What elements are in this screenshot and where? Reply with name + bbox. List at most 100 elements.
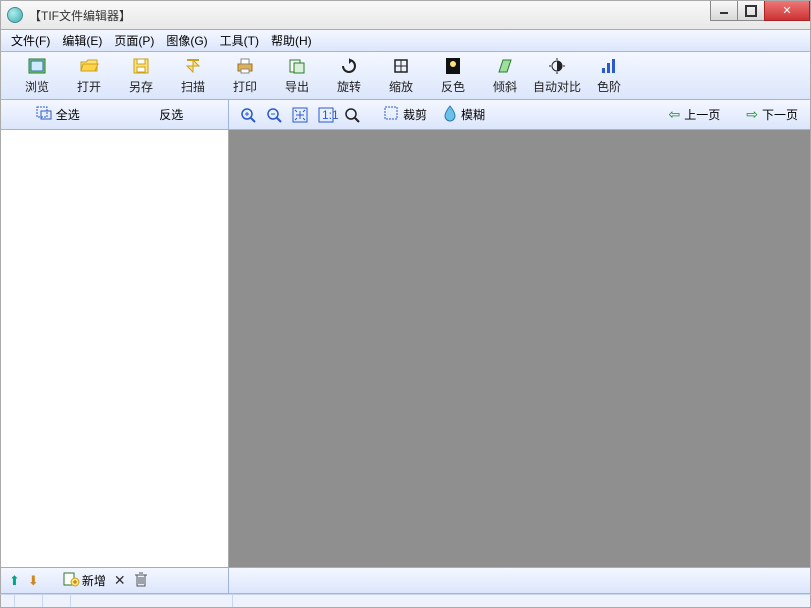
sidebar-bottom-toolbar: ⬆ ⬇ 新增 ✕ <box>1 568 229 594</box>
open-icon <box>80 57 98 75</box>
arrow-up-icon: ⬆ <box>9 573 20 589</box>
levels-icon <box>600 57 618 75</box>
export-icon <box>288 57 306 75</box>
canvas-panel[interactable] <box>229 130 810 568</box>
menu-file[interactable]: 文件(F) <box>5 30 56 51</box>
browse-button[interactable]: 浏览 <box>11 54 63 98</box>
save-icon <box>132 57 150 75</box>
browse-icon <box>28 57 46 75</box>
invert-label: 反色 <box>441 78 465 95</box>
arrow-down-icon: ⬇ <box>28 573 39 589</box>
main-toolbar: 浏览 打开 另存 扫描 打印 导出 旋转 <box>0 52 811 100</box>
bottom-toolbar-row: ⬆ ⬇ 新增 ✕ <box>0 568 811 594</box>
select-all-label: 全选 <box>56 106 80 123</box>
scan-icon <box>184 57 202 75</box>
skew-label: 倾斜 <box>493 78 517 95</box>
arrow-left-icon: ⇦ <box>669 106 681 123</box>
sidebar-toolbar: 全选 反选 <box>1 100 229 130</box>
browse-label: 浏览 <box>25 78 49 95</box>
maximize-button[interactable] <box>737 1 765 21</box>
levels-label: 色阶 <box>597 78 621 95</box>
window-title: 【TIF文件编辑器】 <box>29 7 131 24</box>
print-icon <box>236 57 254 75</box>
autocontrast-label: 自动对比 <box>533 78 581 95</box>
zoom-in-button[interactable] <box>237 104 259 126</box>
status-cell-3 <box>43 595 71 607</box>
title-bar: 【TIF文件编辑器】 <box>0 0 811 30</box>
fit-screen-button[interactable] <box>289 104 311 126</box>
crop-label: 裁剪 <box>403 106 427 123</box>
trash-button[interactable] <box>134 571 148 590</box>
crop-button[interactable]: 裁剪 <box>383 105 427 124</box>
zoom-out-button[interactable] <box>263 104 285 126</box>
rotate-icon <box>340 57 358 75</box>
new-page-icon <box>63 572 79 589</box>
app-icon <box>7 7 23 23</box>
delete-icon: ✕ <box>114 572 126 589</box>
menu-tools[interactable]: 工具(T) <box>214 30 265 51</box>
blur-button[interactable]: 模糊 <box>443 105 485 124</box>
crop-icon <box>383 105 399 124</box>
secondary-toolbar-row: 全选 反选 1:1 裁剪 <box>0 100 811 130</box>
invert-selection-label: 反选 <box>159 106 183 123</box>
window-controls <box>711 1 810 21</box>
save-button[interactable]: 另存 <box>115 54 167 98</box>
thumbnail-panel[interactable] <box>1 130 229 568</box>
menu-bar: 文件(F) 编辑(E) 页面(P) 图像(G) 工具(T) 帮助(H) <box>0 30 811 52</box>
new-page-label: 新增 <box>82 572 106 589</box>
prev-page-button[interactable]: ⇦ 上一页 <box>665 106 725 123</box>
menu-page[interactable]: 页面(P) <box>108 30 160 51</box>
save-label: 另存 <box>129 78 153 95</box>
zoom-button[interactable]: 缩放 <box>375 54 427 98</box>
export-button[interactable]: 导出 <box>271 54 323 98</box>
next-page-button[interactable]: ⇨ 下一页 <box>742 106 802 123</box>
rotate-button[interactable]: 旋转 <box>323 54 375 98</box>
prev-page-label: 上一页 <box>684 106 720 123</box>
move-down-button[interactable]: ⬇ <box>28 573 39 589</box>
next-page-label: 下一页 <box>762 106 798 123</box>
close-button[interactable] <box>764 1 810 21</box>
print-button[interactable]: 打印 <box>219 54 271 98</box>
invert-icon <box>444 57 462 75</box>
svg-text:1:1: 1:1 <box>322 108 339 122</box>
minimize-button[interactable] <box>710 1 738 21</box>
delete-page-button[interactable]: ✕ <box>114 572 126 589</box>
blur-label: 模糊 <box>461 106 485 123</box>
menu-edit[interactable]: 编辑(E) <box>56 30 108 51</box>
skew-icon <box>496 57 514 75</box>
status-cell-2 <box>15 595 43 607</box>
menu-image[interactable]: 图像(G) <box>160 30 213 51</box>
scan-button[interactable]: 扫描 <box>167 54 219 98</box>
open-button[interactable]: 打开 <box>63 54 115 98</box>
menu-help[interactable]: 帮助(H) <box>265 30 318 51</box>
invert-button[interactable]: 反色 <box>427 54 479 98</box>
status-cell-4 <box>71 595 233 607</box>
skew-button[interactable]: 倾斜 <box>479 54 531 98</box>
zoom-icon <box>392 57 410 75</box>
status-cell-5 <box>233 595 810 607</box>
move-up-button[interactable]: ⬆ <box>9 573 20 589</box>
levels-button[interactable]: 色阶 <box>583 54 635 98</box>
magnifier-button[interactable] <box>341 104 363 126</box>
status-cell-1 <box>1 595 15 607</box>
open-label: 打开 <box>77 78 101 95</box>
new-page-button[interactable]: 新增 <box>63 572 106 589</box>
rotate-label: 旋转 <box>337 78 361 95</box>
invert-selection-button[interactable]: 反选 <box>115 100 229 129</box>
print-label: 打印 <box>233 78 257 95</box>
autocontrast-icon <box>548 57 566 75</box>
main-area <box>0 130 811 568</box>
select-all-button[interactable]: 全选 <box>1 100 115 129</box>
export-label: 导出 <box>285 78 309 95</box>
scan-label: 扫描 <box>181 78 205 95</box>
bottom-right-spacer <box>229 568 810 594</box>
view-toolbar: 1:1 裁剪 模糊 ⇦ 上一页 ⇨ 下一页 <box>229 100 810 130</box>
actual-size-button[interactable]: 1:1 <box>315 104 337 126</box>
arrow-right-icon: ⇨ <box>746 106 758 123</box>
autocontrast-button[interactable]: 自动对比 <box>531 54 583 98</box>
status-bar <box>0 594 811 608</box>
select-all-icon <box>36 106 52 123</box>
trash-icon <box>134 571 148 590</box>
blur-icon <box>443 105 457 124</box>
zoom-label: 缩放 <box>389 78 413 95</box>
